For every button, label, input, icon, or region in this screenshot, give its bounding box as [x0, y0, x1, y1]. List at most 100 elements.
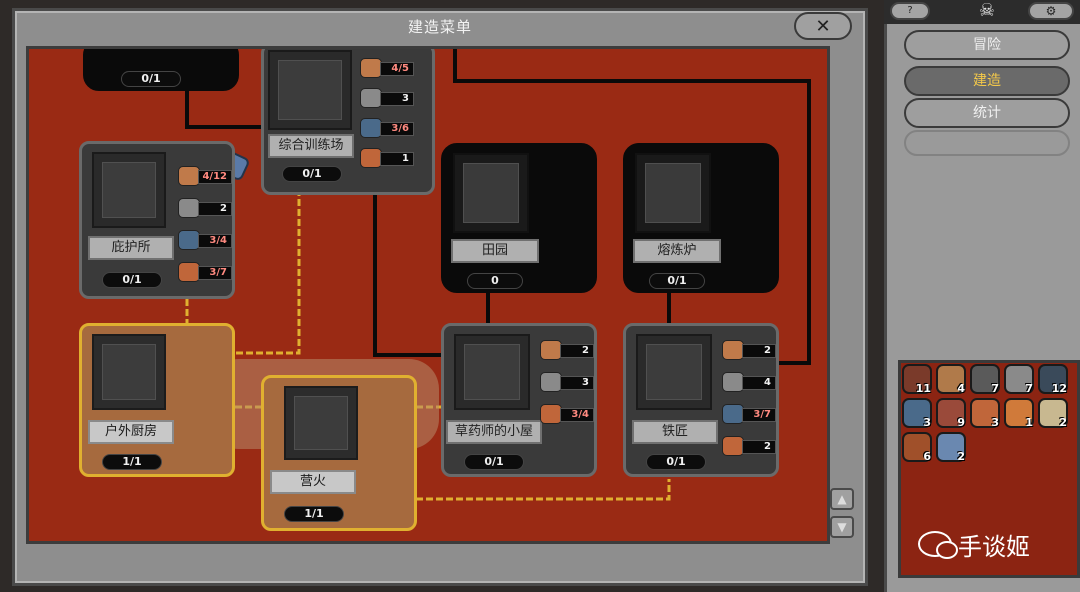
- wood-icon: [178, 166, 200, 186]
- item-count: 2: [957, 450, 965, 463]
- gear-icon: ⚙: [1045, 4, 1057, 18]
- stone-icon: [722, 372, 744, 392]
- resource-wood: 4/5: [360, 58, 416, 78]
- building-count: 1/1: [102, 454, 162, 470]
- help-button[interactable]: ?: [890, 2, 930, 20]
- farm-thumbnail: [453, 153, 529, 233]
- building-card-campfire[interactable]: 营火 1/1: [261, 375, 417, 531]
- sidebar-top-bar: ? ☠ ⚙: [884, 0, 1080, 24]
- meat-icon[interactable]: 9: [936, 398, 966, 429]
- building-card-farm[interactable]: 田园 0: [441, 143, 597, 293]
- watermark: 手谈姬: [918, 528, 1030, 561]
- building-count: 1/1: [284, 506, 344, 522]
- stone-icon: [360, 88, 382, 108]
- scroll-down-button[interactable]: ▼: [830, 516, 854, 538]
- wechat-icon: [918, 531, 958, 559]
- building-count: 0/1: [464, 454, 524, 470]
- building-count: 0/1: [121, 71, 181, 87]
- orb-icon: [360, 148, 382, 168]
- outdoor-kitchen-thumbnail: [92, 334, 166, 410]
- wood-icon: [722, 340, 744, 360]
- building-card-herbalist-hut[interactable]: 草药师的小屋 0/1 2 3 3/4: [441, 323, 597, 477]
- plank-icon[interactable]: 4: [936, 364, 966, 395]
- empty-tab-slot: [904, 130, 1070, 156]
- smelter-thumbnail: [635, 153, 711, 233]
- building-label: 庇护所: [88, 236, 174, 260]
- building-board[interactable]: 0/1 综合训练场 0/1 4/5 3 3/6 1 庇护所 0/1 4/12 2…: [26, 46, 830, 544]
- resource-orb: 3/7: [178, 262, 234, 282]
- watermark-text: 手谈姬: [958, 532, 1030, 561]
- resource-orb: 3/4: [540, 404, 596, 424]
- training-ground-thumbnail: [268, 50, 352, 130]
- item-count: 6: [923, 450, 931, 463]
- building-card-blacksmith[interactable]: 铁匠 0/1 2 4 3/7 2: [623, 323, 779, 477]
- settings-button[interactable]: ⚙: [1028, 2, 1074, 20]
- item-count: 11: [915, 382, 931, 395]
- resource-metal: 3/6: [360, 118, 416, 138]
- building-count: 0/1: [646, 454, 706, 470]
- metal-icon: [722, 404, 744, 424]
- orb-icon: [178, 262, 200, 282]
- crystal-icon[interactable]: 2: [936, 432, 966, 463]
- building-label: 营火: [270, 470, 356, 494]
- building-label: 铁匠: [632, 420, 718, 444]
- chevron-up-icon: ▲: [837, 492, 847, 506]
- close-icon: ✕: [815, 15, 831, 37]
- building-card-training-ground[interactable]: 综合训练场 0/1 4/5 3 3/6 1: [261, 49, 435, 195]
- resource-orb: 2: [722, 436, 778, 456]
- resource-wood: 2: [722, 340, 778, 360]
- building-card-outdoor-kitchen[interactable]: 户外厨房 1/1: [79, 323, 235, 477]
- building-count: 0/1: [649, 273, 705, 289]
- ore-icon[interactable]: 12: [1038, 364, 1068, 395]
- item-count: 9: [957, 416, 965, 429]
- food-icon[interactable]: 6: [902, 432, 932, 463]
- book-icon[interactable]: 2: [1038, 398, 1068, 429]
- stone-icon: [540, 372, 562, 392]
- help-icon: ?: [907, 5, 913, 16]
- tab-adventure[interactable]: 冒险: [904, 30, 1070, 60]
- orb-icon: [540, 404, 562, 424]
- herbalist-hut-thumbnail: [454, 334, 530, 410]
- building-label: 草药师的小屋: [446, 420, 542, 444]
- orb-icon[interactable]: 1: [1004, 398, 1034, 429]
- tab-build[interactable]: 建造: [904, 66, 1070, 96]
- item-count: 3: [923, 416, 931, 429]
- building-label: 田园: [451, 239, 539, 263]
- tab-stats[interactable]: 统计: [904, 98, 1070, 128]
- item-count: 7: [991, 382, 999, 395]
- resource-stone: 3: [360, 88, 416, 108]
- item-count: 2: [1059, 416, 1067, 429]
- resource-orb: 1: [360, 148, 416, 168]
- rock-icon[interactable]: 7: [970, 364, 1000, 395]
- item-count: 1: [1025, 416, 1033, 429]
- building-count: 0/1: [102, 272, 162, 288]
- wood-icon: [360, 58, 382, 78]
- wood-icon: [540, 340, 562, 360]
- orb-icon: [722, 436, 744, 456]
- building-card-top-left[interactable]: 0/1: [83, 49, 239, 91]
- shelter-thumbnail: [92, 152, 166, 228]
- building-label: 综合训练场: [268, 134, 354, 158]
- metal-icon[interactable]: 3: [902, 398, 932, 429]
- building-label: 户外厨房: [88, 420, 174, 444]
- item-count: 4: [957, 382, 965, 395]
- skull-icon: ☠: [978, 0, 996, 21]
- building-count: 0: [467, 273, 523, 289]
- building-card-smelter[interactable]: 熔炼炉 0/1: [623, 143, 779, 293]
- blacksmith-thumbnail: [636, 334, 712, 410]
- branch-icon[interactable]: 11: [902, 364, 932, 395]
- building-card-shelter[interactable]: 庇护所 0/1 4/12 2 3/4 3/7: [79, 141, 235, 299]
- item-count: 12: [1051, 382, 1067, 395]
- close-button[interactable]: ✕: [794, 12, 852, 40]
- scroll-up-button[interactable]: ▲: [830, 488, 854, 510]
- mushroom-icon[interactable]: 3: [970, 398, 1000, 429]
- metal-icon: [178, 230, 200, 250]
- resource-wood: 2: [540, 340, 596, 360]
- resource-wood: 4/12: [178, 166, 234, 186]
- stone-block-icon[interactable]: 7: [1004, 364, 1034, 395]
- chevron-down-icon: ▼: [837, 520, 847, 534]
- building-count: 0/1: [282, 166, 342, 182]
- item-count: 7: [1025, 382, 1033, 395]
- building-label: 熔炼炉: [633, 239, 721, 263]
- resource-metal: 3/4: [178, 230, 234, 250]
